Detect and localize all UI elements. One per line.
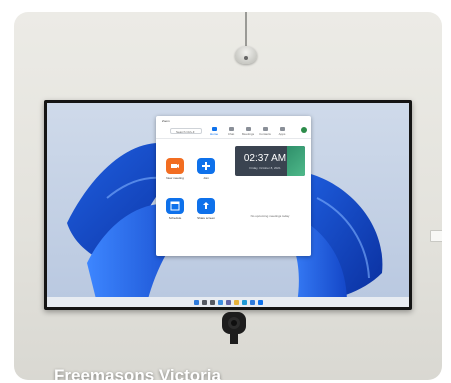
clock-icon: [245, 127, 251, 131]
clock-date: Friday, October 8, 2021: [249, 166, 281, 170]
clock-card: 02:37 AM Friday, October 8, 2021: [235, 146, 305, 176]
new-meeting-label: New meeting: [166, 176, 184, 180]
header-divider: [156, 138, 311, 139]
share-screen-button[interactable]: [197, 198, 215, 214]
microphone-grille: [244, 56, 248, 60]
share-arrow-icon: [203, 202, 209, 209]
zoom-icon[interactable]: [257, 299, 263, 305]
clock-time: 02:37 AM: [243, 153, 287, 164]
new-meeting-button[interactable]: [166, 158, 184, 174]
chat-icon[interactable]: [225, 299, 231, 305]
search-icon[interactable]: [201, 299, 207, 305]
share-screen-label: Share screen: [197, 216, 215, 220]
zoom-search-input[interactable]: Search Ctrl+F: [170, 128, 202, 134]
ceiling-cable: [245, 12, 247, 48]
video-camera-icon: [171, 164, 179, 168]
zoom-window: Zoom Search Ctrl+F Home Chat Meetings Co…: [156, 116, 311, 256]
widgets-icon[interactable]: [217, 299, 223, 305]
home-icon: [211, 127, 217, 131]
store-icon[interactable]: [249, 299, 255, 305]
explorer-icon[interactable]: [233, 299, 239, 305]
webcam-icon: [222, 312, 246, 344]
plus-icon: [202, 162, 210, 170]
contacts-icon: [262, 127, 268, 131]
tab-apps[interactable]: Apps: [274, 127, 290, 136]
chat-icon: [228, 127, 234, 131]
tab-meetings[interactable]: Meetings: [240, 127, 256, 136]
edge-icon[interactable]: [241, 299, 247, 305]
tab-home[interactable]: Home: [206, 127, 222, 136]
tv-screen: Zoom Search Ctrl+F Home Chat Meetings Co…: [47, 103, 409, 307]
join-label: Join: [203, 176, 209, 180]
caption-text: Freemasons Victoria: [54, 366, 221, 380]
photo-card: Zoom Search Ctrl+F Home Chat Meetings Co…: [14, 12, 442, 380]
start-icon[interactable]: [193, 299, 199, 305]
zoom-window-title: Zoom: [162, 119, 170, 123]
schedule-button[interactable]: [166, 198, 184, 214]
windows-taskbar: [47, 297, 409, 307]
ceiling-microphone: [235, 46, 257, 64]
wall-outlet: [430, 230, 442, 242]
no-meetings-text: No upcoming meetings today: [250, 214, 290, 218]
tab-chat[interactable]: Chat: [223, 127, 239, 136]
wall-tv: Zoom Search Ctrl+F Home Chat Meetings Co…: [44, 100, 412, 310]
schedule-label: Schedule: [168, 216, 182, 220]
task-view-icon[interactable]: [209, 299, 215, 305]
tab-contacts[interactable]: Contacts: [257, 127, 273, 136]
calendar-icon: [170, 201, 180, 211]
apps-icon: [279, 127, 285, 131]
user-avatar[interactable]: [301, 127, 307, 133]
join-button[interactable]: [197, 158, 215, 174]
